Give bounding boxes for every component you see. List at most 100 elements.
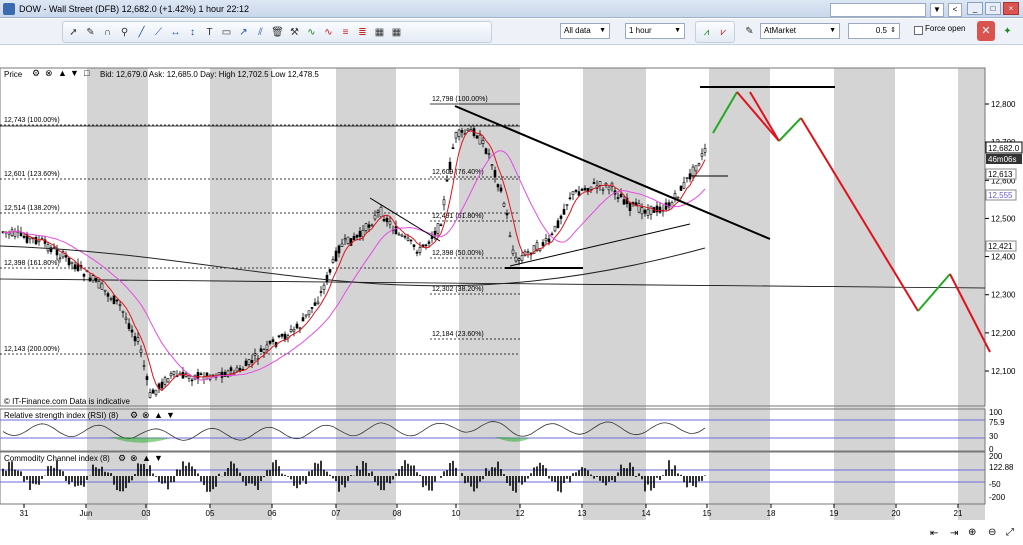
fib-retracement-icon[interactable]: ≡: [338, 25, 353, 40]
rsi-down-icon[interactable]: ▼: [166, 410, 175, 420]
candle-body: [334, 250, 338, 262]
tools-icon[interactable]: ⚒: [287, 25, 302, 40]
grid-icon[interactable]: ▦: [389, 25, 404, 40]
candle-body: [379, 206, 383, 218]
candle-body: [370, 224, 374, 227]
zoom-fit-icon[interactable]: ⤢: [1006, 527, 1014, 538]
ray-line-icon[interactable]: ⟋: [151, 25, 166, 40]
close-icon[interactable]: ×: [1003, 2, 1019, 15]
text-tool-icon[interactable]: T: [202, 25, 217, 40]
x-axis-label: 21: [954, 509, 963, 518]
candle-body: [220, 371, 224, 378]
chart-style-alt-icon[interactable]: ⩗: [716, 25, 731, 40]
x-axis-label: 12: [516, 509, 525, 518]
projection-up-leg: [778, 117, 802, 142]
candle-body: [124, 317, 128, 320]
candle-body: [106, 293, 110, 297]
nav-last-icon[interactable]: ⇥: [950, 528, 958, 539]
candle-body: [271, 339, 275, 342]
rsi-axis-label: 100: [989, 408, 1003, 417]
rectangle-tool-icon[interactable]: ▭: [219, 25, 234, 40]
minimize-icon[interactable]: _: [967, 2, 983, 15]
pencil-icon[interactable]: ✎: [83, 25, 98, 40]
interval-select[interactable]: 1 hour ▼: [625, 23, 685, 39]
indicator-1-icon[interactable]: ∿: [304, 25, 319, 40]
trend-line-icon[interactable]: ╱: [134, 25, 149, 40]
x-axis-label: 06: [268, 509, 277, 518]
candle-body: [658, 206, 662, 213]
panel-toggle-icon[interactable]: ✦: [1000, 24, 1015, 39]
magnet-icon[interactable]: ∩: [100, 25, 115, 40]
fib-extension-icon[interactable]: ≣: [355, 25, 370, 40]
zoom-out-icon[interactable]: ⊖: [988, 527, 996, 538]
candle-body: [673, 193, 677, 198]
price-axis-label: 12,400: [991, 253, 1016, 262]
vertical-line-icon[interactable]: ↕: [185, 25, 200, 40]
order-type-select[interactable]: AtMarket ▼: [760, 23, 840, 39]
arrow-tool-icon[interactable]: ↗: [236, 25, 251, 40]
panel-maximize-icon[interactable]: □: [84, 68, 89, 78]
candle-body: [475, 135, 479, 139]
chart-area[interactable]: 12,80012,70012,60012,50012,40012,30012,2…: [0, 46, 1023, 545]
cci-close-icon[interactable]: ⊗: [130, 453, 138, 464]
candle-body: [580, 188, 584, 191]
rsi-close-icon[interactable]: ⊗: [142, 410, 150, 421]
candle-body: [484, 148, 488, 154]
rsi-up-icon[interactable]: ▲: [154, 410, 163, 420]
cci-up-icon[interactable]: ▲: [142, 453, 151, 463]
data-range-select[interactable]: All data ▼: [560, 23, 610, 39]
candle-body: [139, 349, 143, 353]
candle-body: [103, 289, 107, 292]
delete-icon[interactable]: 🗑: [270, 25, 285, 40]
x-axis-label: 13: [578, 509, 587, 518]
force-open-label: Force open: [925, 24, 966, 33]
candle-body: [10, 229, 14, 236]
top-search-input[interactable]: [830, 3, 926, 17]
candle-body: [88, 277, 92, 282]
left-fib-label: 12,743 (100.00%): [4, 117, 60, 124]
cci-settings-icon[interactable]: ⚙: [118, 453, 126, 464]
zoom-in-icon[interactable]: ⊕: [968, 527, 976, 538]
candle-body: [364, 223, 368, 231]
price-panel-label: Price: [4, 70, 23, 79]
settings-icon[interactable]: ⚙: [32, 68, 40, 79]
channel-tool-icon[interactable]: ⫽: [253, 25, 268, 40]
stepper-icon: ⇕: [890, 27, 896, 34]
candle-body: [385, 217, 389, 223]
mid-fib-label: 12,798 (100.00%): [432, 96, 488, 103]
top-dropdown-arrow-icon[interactable]: ▼: [930, 3, 944, 17]
candle-body: [574, 189, 578, 192]
indicator-2-icon[interactable]: ∿: [321, 25, 336, 40]
maximize-icon[interactable]: □: [985, 2, 1001, 15]
order-tool-icon[interactable]: ✎: [742, 24, 757, 39]
candle-body: [19, 232, 23, 236]
panel-down-icon[interactable]: ▼: [70, 68, 79, 78]
zoom-icon[interactable]: ⚲: [117, 25, 132, 40]
close-order-icon[interactable]: ✕: [977, 21, 995, 41]
candle-body: [277, 335, 281, 338]
candle-body: [64, 255, 68, 258]
gann-icon[interactable]: ▦: [372, 25, 387, 40]
candle-body: [70, 261, 74, 264]
top-left-arrow-icon[interactable]: <: [948, 3, 962, 17]
cci-down-icon[interactable]: ▼: [154, 453, 163, 463]
panel-close-icon[interactable]: ⊗: [45, 68, 53, 79]
candle-body: [547, 238, 551, 243]
horizontal-line-icon[interactable]: ↔: [168, 25, 183, 40]
panel-up-icon[interactable]: ▲: [58, 68, 67, 78]
candle-body: [490, 164, 494, 166]
x-axis-label: 10: [452, 509, 461, 518]
candle-body: [46, 244, 50, 252]
chart-canvas[interactable]: 12,80012,70012,60012,50012,40012,30012,2…: [0, 46, 1023, 545]
force-open-checkbox[interactable]: [914, 26, 923, 35]
candle-body: [322, 284, 326, 290]
nav-first-icon[interactable]: ⇤: [930, 528, 938, 539]
rsi-settings-icon[interactable]: ⚙: [130, 410, 138, 421]
quantity-stepper[interactable]: 0.5 ⇕: [848, 23, 900, 39]
pointer-icon[interactable]: ➚: [66, 25, 81, 40]
candle-body: [550, 233, 554, 236]
candle-body: [181, 371, 185, 379]
chart-style-icon[interactable]: ⩘: [699, 25, 714, 40]
candle-body: [205, 372, 209, 377]
candle-body: [295, 323, 299, 329]
